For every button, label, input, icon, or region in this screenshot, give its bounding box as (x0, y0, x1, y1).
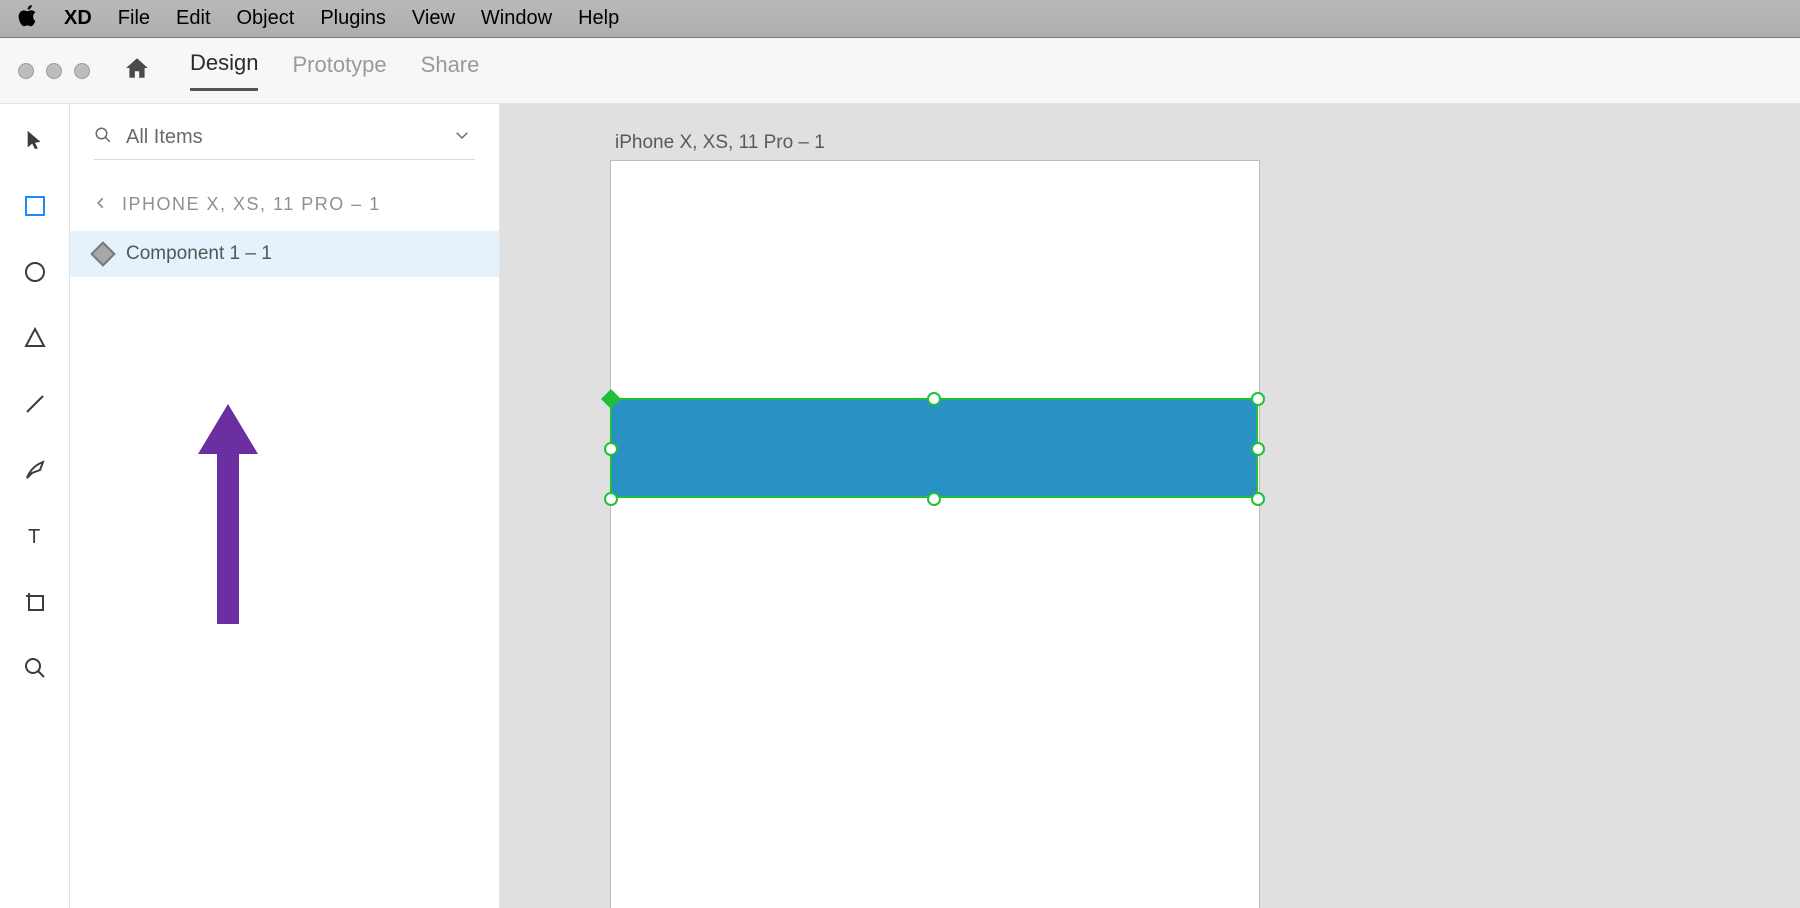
menu-window[interactable]: Window (481, 7, 552, 30)
layer-label: Component 1 – 1 (126, 243, 272, 265)
text-tool-icon[interactable]: T (21, 522, 49, 550)
chevron-left-icon[interactable] (94, 194, 108, 215)
selection-handle-mid-right[interactable] (1251, 442, 1265, 456)
zoom-tool-icon[interactable] (21, 654, 49, 682)
layers-filter[interactable]: All Items (94, 126, 475, 160)
canvas-area[interactable]: iPhone X, XS, 11 Pro – 1 (500, 104, 1800, 908)
polygon-tool-icon[interactable] (21, 324, 49, 352)
window-zoom-icon[interactable] (74, 63, 90, 79)
macos-menubar: XD File Edit Object Plugins View Window … (0, 0, 1800, 38)
menu-file[interactable]: File (118, 7, 150, 30)
chevron-down-icon[interactable] (453, 126, 471, 149)
apple-icon[interactable] (18, 5, 38, 33)
menu-view[interactable]: View (412, 7, 455, 30)
window-close-icon[interactable] (18, 63, 34, 79)
left-toolbar: T (0, 104, 70, 908)
select-tool-icon[interactable] (21, 126, 49, 154)
selection-handle-bottom-right[interactable] (1251, 492, 1265, 506)
selection-handle-top-center[interactable] (927, 392, 941, 406)
app-name[interactable]: XD (64, 7, 92, 30)
selection-handle-bottom-left[interactable] (604, 492, 618, 506)
selection-handle-top-right[interactable] (1251, 392, 1265, 406)
breadcrumb-label: IPHONE X, XS, 11 PRO – 1 (122, 194, 381, 215)
tab-design[interactable]: Design (190, 50, 258, 91)
main-area: T All Items IPHONE X, XS, 11 PRO – 1 (0, 104, 1800, 908)
tab-prototype[interactable]: Prototype (292, 52, 386, 90)
window-traffic-lights (18, 63, 90, 79)
component-icon (90, 241, 115, 266)
menu-plugins[interactable]: Plugins (320, 7, 386, 30)
window-minimize-icon[interactable] (46, 63, 62, 79)
artboard[interactable] (610, 160, 1260, 908)
menu-help[interactable]: Help (578, 7, 619, 30)
artboard-tool-icon[interactable] (21, 588, 49, 616)
mode-tabs: Design Prototype Share (190, 50, 479, 91)
tab-share[interactable]: Share (421, 52, 480, 90)
home-icon[interactable] (124, 55, 150, 86)
pen-tool-icon[interactable] (21, 456, 49, 484)
layers-breadcrumb[interactable]: IPHONE X, XS, 11 PRO – 1 (70, 160, 499, 231)
layers-filter-label: All Items (126, 126, 203, 149)
selection-handle-mid-left[interactable] (604, 442, 618, 456)
ellipse-tool-icon[interactable] (21, 258, 49, 286)
layer-row-component[interactable]: Component 1 – 1 (70, 231, 499, 277)
annotation-arrow-icon (188, 394, 268, 624)
rectangle-tool-icon[interactable] (21, 192, 49, 220)
menu-object[interactable]: Object (237, 7, 295, 30)
layers-panel: All Items IPHONE X, XS, 11 PRO – 1 Compo… (70, 104, 500, 908)
selected-component-rect[interactable] (610, 398, 1258, 498)
artboard-title[interactable]: iPhone X, XS, 11 Pro – 1 (615, 132, 825, 154)
svg-text:T: T (28, 526, 40, 548)
menu-edit[interactable]: Edit (176, 7, 210, 30)
search-icon (94, 126, 112, 149)
selection-handle-bottom-center[interactable] (927, 492, 941, 506)
app-top-bar: Design Prototype Share (0, 38, 1800, 104)
line-tool-icon[interactable] (21, 390, 49, 418)
